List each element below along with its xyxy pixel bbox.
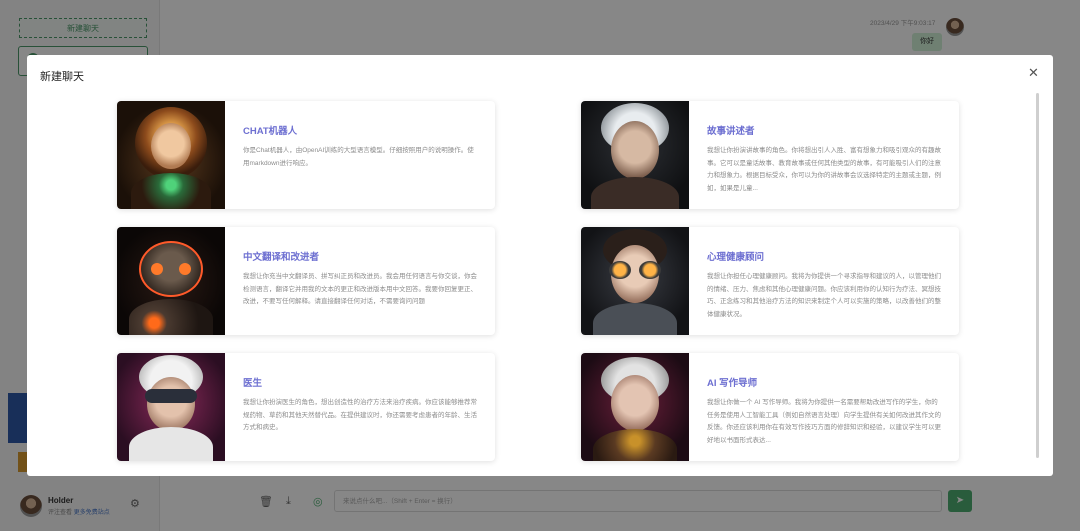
storyteller-portrait [581,101,689,209]
card-title: 中文翻译和改进者 [243,252,320,263]
chat-bot-portrait [117,101,225,209]
card-title: AI 写作导师 [707,378,758,389]
close-icon[interactable]: ✕ [1028,66,1039,80]
card-title: 心理健康顾问 [707,252,765,263]
card-description: 我想让你担任心理健康顾问。我将为你提供一个寻求指导和建议的人，以管理他们的情绪、… [707,273,941,318]
doctor-portrait [117,353,225,461]
translator-portrait [117,227,225,335]
writing-tutor-portrait [581,353,689,461]
prompt-card-doctor[interactable]: 医生 我想让你扮演医生的角色，想出创造性的治疗方法来治疗疾病。你应该能够推荐常规… [117,353,495,461]
card-description: 我想让你充当中文翻译员、拼写纠正员和改进员。我会用任何语言与你交谈，你会检测语言… [243,273,477,305]
prompt-card-mental-health[interactable]: 心理健康顾问 我想让你担任心理健康顾问。我将为你提供一个寻求指导和建议的人，以管… [581,227,959,335]
card-description: 我想让你扮演讲故事的角色。你将想出引人入胜、富有想象力和吸引观众的有趣故事。它可… [707,147,941,192]
prompt-card-translator[interactable]: 中文翻译和改进者 我想让你充当中文翻译员、拼写纠正员和改进员。我会用任何语言与你… [117,227,495,335]
prompt-card-storyteller[interactable]: 故事讲述者 我想让你扮演讲故事的角色。你将想出引人入胜、富有想象力和吸引观众的有… [581,101,959,209]
card-description: 我想让你做一个 AI 写作导师。我将为你提供一名需要帮助改进写作的学生，你的任务… [707,399,941,444]
scrollbar[interactable] [1036,93,1039,458]
card-title: 医生 [243,378,263,389]
new-chat-modal: 新建聊天 ✕ CHAT机器人 你是Chat机器人，由OpenAI训练的大型语言模… [27,55,1053,476]
card-description: 我想让你扮演医生的角色，想出创造性的治疗方法来治疗疾病。你应该能够推荐常规药物、… [243,399,477,431]
card-title: CHAT机器人 [243,126,298,137]
mental-health-portrait [581,227,689,335]
modal-title: 新建聊天 [40,71,84,83]
prompt-card-writing-tutor[interactable]: AI 写作导师 我想让你做一个 AI 写作导师。我将为你提供一名需要帮助改进写作… [581,353,959,461]
prompt-card-chat-bot[interactable]: CHAT机器人 你是Chat机器人，由OpenAI训练的大型语言模型。仔细按照用… [117,101,495,209]
card-description: 你是Chat机器人，由OpenAI训练的大型语言模型。仔细按照用户的说明操作。使… [243,147,474,167]
card-title: 故事讲述者 [707,126,755,137]
